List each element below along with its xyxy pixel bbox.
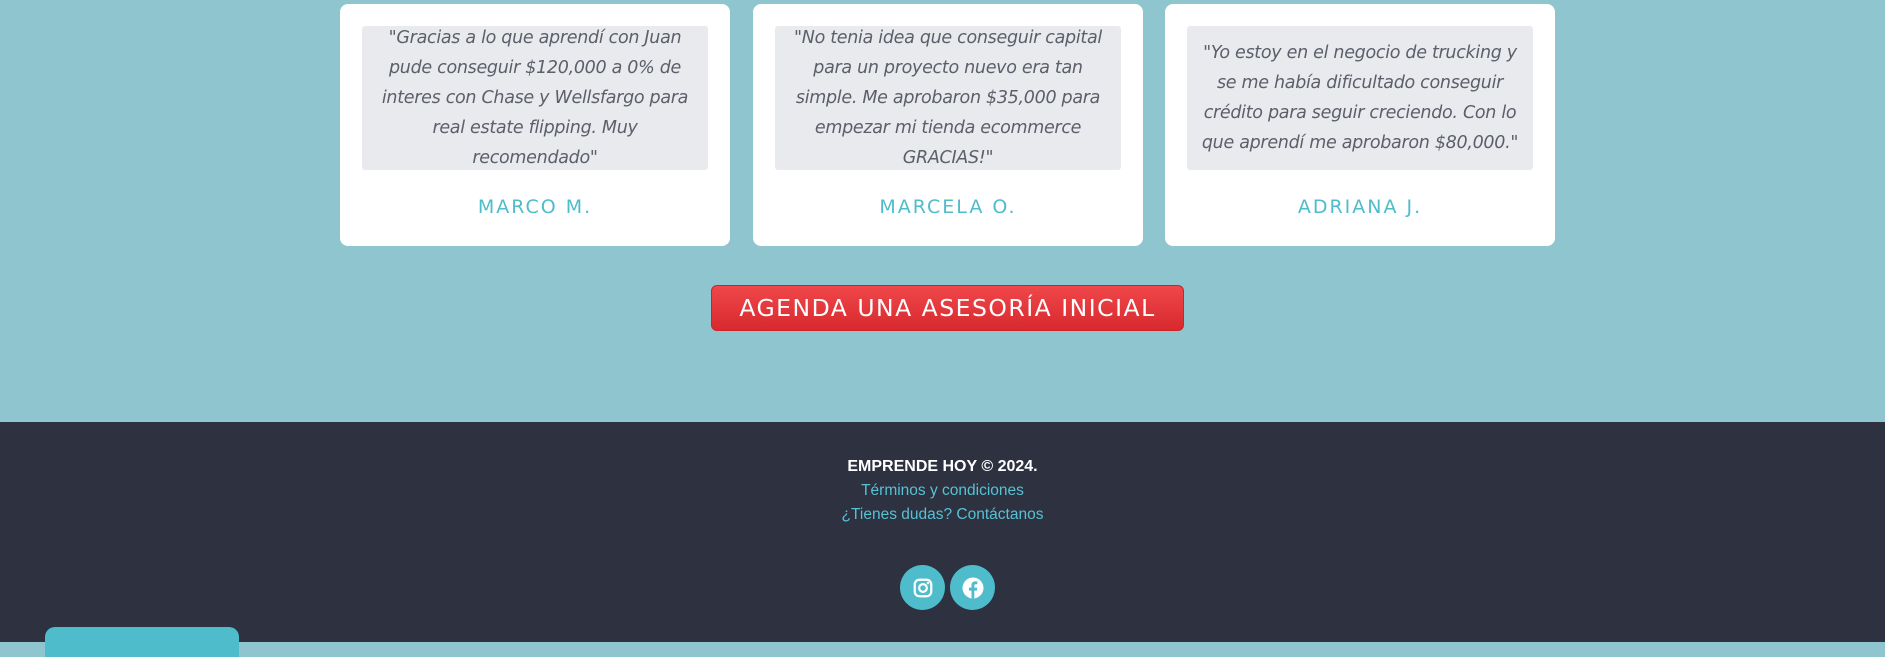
testimonial-author: MARCELA O.: [879, 196, 1017, 218]
testimonial-author: ADRIANA J.: [1297, 196, 1423, 218]
copyright-text: EMPRENDE HOY © 2024.: [847, 458, 1038, 475]
instagram-icon: [913, 578, 932, 597]
footer: EMPRENDE HOY © 2024. Términos y condicio…: [0, 422, 1885, 657]
instagram-button[interactable]: [900, 565, 945, 610]
quote-box: "Yo estoy en el negocio de trucking y se…: [1187, 26, 1533, 170]
testimonial-author: MARCO M.: [477, 196, 593, 218]
quote-box: "No tenia idea que conseguir capital par…: [775, 26, 1121, 170]
facebook-icon: [962, 577, 983, 598]
testimonial-card: "Gracias a lo que aprendí con Juan pude …: [340, 4, 730, 246]
facebook-button[interactable]: [950, 565, 995, 610]
testimonial-quote: "Gracias a lo que aprendí con Juan pude …: [381, 28, 689, 168]
testimonial-card: "No tenia idea que conseguir capital par…: [753, 4, 1143, 246]
testimonial-quote: "No tenia idea que conseguir capital par…: [794, 28, 1102, 168]
contact-link[interactable]: ¿Tienes dudas? Contáctanos: [0, 506, 1885, 524]
testimonial-card: "Yo estoy en el negocio de trucking y se…: [1165, 4, 1555, 246]
testimonials-section: "Gracias a lo que aprendí con Juan pude …: [0, 0, 1885, 422]
quote-box: "Gracias a lo que aprendí con Juan pude …: [362, 26, 708, 170]
testimonial-quote: "Yo estoy en el negocio de trucking y se…: [1201, 43, 1519, 153]
schedule-consultation-button[interactable]: AGENDA UNA ASESORÍA INICIAL: [711, 285, 1184, 331]
terms-link[interactable]: Términos y condiciones: [0, 482, 1885, 500]
chat-widget-tab[interactable]: [45, 627, 239, 657]
